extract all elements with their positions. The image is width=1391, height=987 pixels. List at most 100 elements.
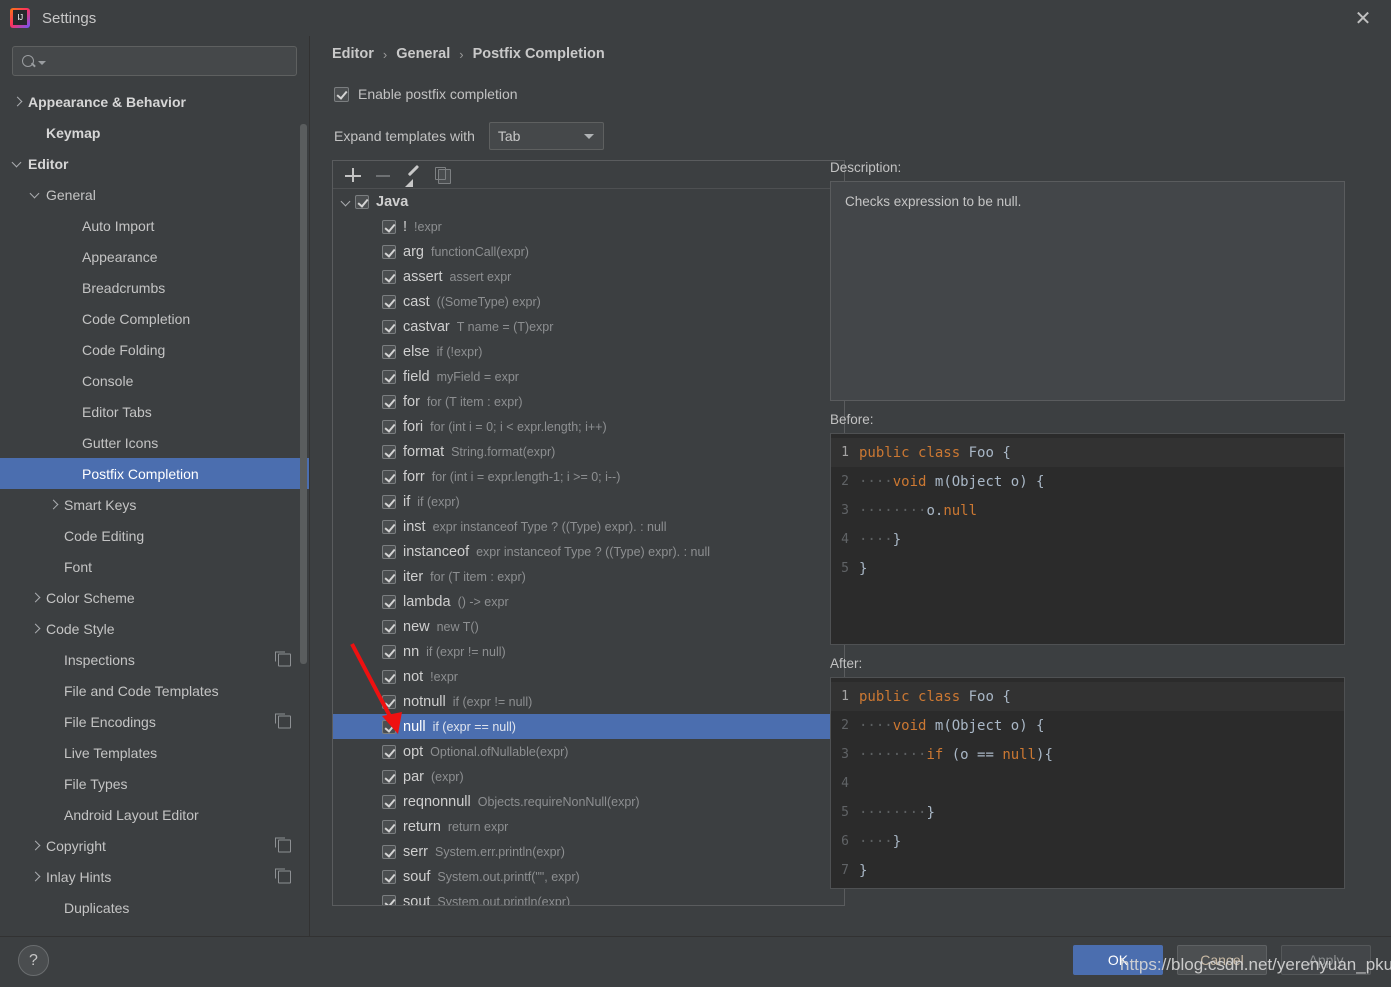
chevron-right-icon[interactable] [28, 590, 44, 606]
template-checkbox[interactable] [382, 219, 396, 234]
sidebar-item-keymap[interactable]: Keymap [0, 117, 309, 148]
breadcrumb-item-general[interactable]: General [396, 46, 450, 62]
search-box[interactable] [12, 46, 297, 76]
template-checkbox[interactable] [382, 319, 396, 334]
sidebar-item-console[interactable]: Console [0, 365, 309, 396]
sidebar-item-code-folding[interactable]: Code Folding [0, 334, 309, 365]
add-template-button[interactable] [343, 165, 363, 185]
template-checkbox[interactable] [382, 794, 396, 809]
template-row[interactable]: assert assert expr [333, 264, 844, 289]
template-row[interactable]: fori for (int i = 0; i < expr.length; i++… [333, 414, 844, 439]
breadcrumb-item-editor[interactable]: Editor [332, 46, 374, 62]
sidebar-item-general[interactable]: General [0, 179, 309, 210]
template-row[interactable]: forr for (int i = expr.length-1; i >= 0; … [333, 464, 844, 489]
cancel-button[interactable]: Cancel [1177, 945, 1267, 975]
template-row[interactable]: return return expr [333, 814, 844, 839]
template-row[interactable]: iter for (T item : expr) [333, 564, 844, 589]
template-checkbox[interactable] [382, 419, 396, 434]
chevron-right-icon[interactable] [28, 838, 44, 854]
sidebar-item-android-layout-editor[interactable]: Android Layout Editor [0, 799, 309, 830]
template-checkbox[interactable] [382, 669, 396, 684]
template-checkbox[interactable] [382, 394, 396, 409]
sidebar-item-code-style[interactable]: Code Style [0, 613, 309, 644]
template-row[interactable]: ! !expr [333, 214, 844, 239]
template-checkbox[interactable] [382, 494, 396, 509]
template-row[interactable]: format String.format(expr) [333, 439, 844, 464]
template-row[interactable]: instanceof expr instanceof Type ? ((Type)… [333, 539, 844, 564]
sidebar-item-code-completion[interactable]: Code Completion [0, 303, 309, 334]
template-checkbox[interactable] [382, 744, 396, 759]
template-row[interactable]: notnull if (expr != null) [333, 689, 844, 714]
template-row[interactable]: for for (T item : expr) [333, 389, 844, 414]
template-row[interactable]: souf System.out.printf("", expr) [333, 864, 844, 889]
sidebar-item-postfix-completion[interactable]: Postfix Completion [0, 458, 309, 489]
sidebar-item-smart-keys[interactable]: Smart Keys [0, 489, 309, 520]
sidebar-item-duplicates[interactable]: Duplicates [0, 892, 309, 923]
template-row[interactable]: inst expr instanceof Type ? ((Type) expr)… [333, 514, 844, 539]
template-row[interactable]: new new T() [333, 614, 844, 639]
copy-template-button[interactable] [433, 165, 453, 185]
template-row[interactable]: field myField = expr [333, 364, 844, 389]
template-row[interactable]: arg functionCall(expr) [333, 239, 844, 264]
template-row[interactable]: sout System.out.println(expr) [333, 889, 844, 905]
template-checkbox[interactable] [382, 819, 396, 834]
sidebar-item-color-scheme[interactable]: Color Scheme [0, 582, 309, 613]
template-row[interactable]: castvar T name = (T)expr [333, 314, 844, 339]
template-checkbox[interactable] [382, 769, 396, 784]
template-checkbox[interactable] [382, 244, 396, 259]
sidebar-item-auto-import[interactable]: Auto Import [0, 210, 309, 241]
template-checkbox[interactable] [382, 844, 396, 859]
template-checkbox[interactable] [382, 644, 396, 659]
sidebar-item-gutter-icons[interactable]: Gutter Icons [0, 427, 309, 458]
expand-templates-select[interactable]: Tab [488, 122, 604, 150]
help-button[interactable]: ? [18, 945, 49, 976]
template-checkbox[interactable] [382, 469, 396, 484]
sidebar-item-appearance[interactable]: Appearance [0, 241, 309, 272]
template-row[interactable]: cast ((SomeType) expr) [333, 289, 844, 314]
template-checkbox[interactable] [382, 344, 396, 359]
sidebar-item-appearance-behavior[interactable]: Appearance & Behavior [0, 86, 309, 117]
chevron-right-icon[interactable] [28, 621, 44, 637]
template-row[interactable]: reqnonnull Objects.requireNonNull(expr) [333, 789, 844, 814]
template-row[interactable]: opt Optional.ofNullable(expr) [333, 739, 844, 764]
sidebar-item-copyright[interactable]: Copyright [0, 830, 309, 861]
template-row[interactable]: lambda () -> expr [333, 589, 844, 614]
template-row[interactable]: else if (!expr) [333, 339, 844, 364]
template-checkbox[interactable] [382, 619, 396, 634]
chevron-down-icon[interactable] [339, 195, 353, 209]
apply-button[interactable]: Apply [1281, 945, 1371, 975]
template-row[interactable]: serr System.err.println(expr) [333, 839, 844, 864]
sidebar-scrollbar-thumb[interactable] [300, 124, 307, 664]
template-row[interactable]: null if (expr == null) [333, 714, 844, 739]
template-checkbox[interactable] [382, 894, 396, 905]
search-input[interactable] [46, 53, 288, 69]
template-checkbox[interactable] [382, 719, 396, 734]
template-checkbox[interactable] [382, 444, 396, 459]
sidebar-item-file-encodings[interactable]: File Encodings [0, 706, 309, 737]
sidebar-item-code-editing[interactable]: Code Editing [0, 520, 309, 551]
chevron-right-icon[interactable] [10, 94, 26, 110]
chevron-down-icon[interactable] [10, 156, 26, 172]
template-row[interactable]: not !expr [333, 664, 844, 689]
sidebar-item-breadcrumbs[interactable]: Breadcrumbs [0, 272, 309, 303]
ok-button[interactable]: OK [1073, 945, 1163, 975]
templates-list[interactable]: Java! !expr arg functionCall(expr) assert ass… [333, 189, 844, 905]
sidebar-item-live-templates[interactable]: Live Templates [0, 737, 309, 768]
sidebar-item-file-types[interactable]: File Types [0, 768, 309, 799]
template-checkbox[interactable] [382, 869, 396, 884]
chevron-right-icon[interactable] [46, 497, 62, 513]
sidebar-item-font[interactable]: Font [0, 551, 309, 582]
sidebar-item-editor[interactable]: Editor [0, 148, 309, 179]
template-row[interactable]: if if (expr) [333, 489, 844, 514]
sidebar-item-file-and-code-templates[interactable]: File and Code Templates [0, 675, 309, 706]
template-checkbox[interactable] [382, 269, 396, 284]
chevron-right-icon[interactable] [28, 869, 44, 885]
sidebar-item-inlay-hints[interactable]: Inlay Hints [0, 861, 309, 892]
template-row[interactable]: par (expr) [333, 764, 844, 789]
enable-postfix-checkbox[interactable] [334, 86, 349, 102]
close-icon[interactable]: ✕ [1335, 0, 1391, 36]
template-checkbox[interactable] [382, 369, 396, 384]
edit-template-button[interactable] [403, 165, 423, 187]
chevron-down-icon[interactable] [28, 187, 44, 203]
template-checkbox[interactable] [382, 569, 396, 584]
